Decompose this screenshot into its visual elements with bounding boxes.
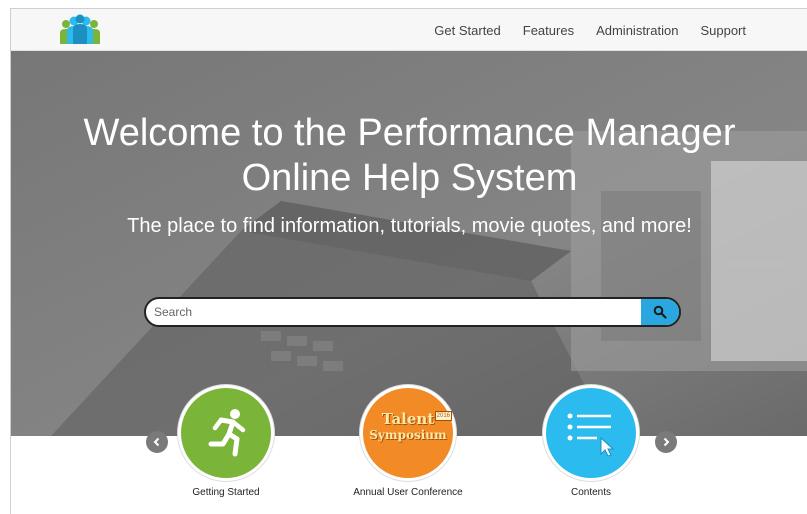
hero-title-line1: Welcome to the Performance Manager <box>83 112 736 154</box>
nav-features[interactable]: Features <box>523 23 574 38</box>
chevron-right-icon <box>663 437 670 447</box>
nav-support[interactable]: Support <box>700 23 746 38</box>
search-button[interactable] <box>641 299 679 325</box>
search-input[interactable] <box>146 299 641 325</box>
list-cursor-icon <box>567 413 615 457</box>
people-group-icon[interactable] <box>57 14 103 46</box>
getting-started-circle[interactable] <box>178 385 274 481</box>
nav-get-started[interactable]: Get Started <box>434 23 500 38</box>
tile-label-annual-user-conference[interactable]: Annual User Conference <box>343 487 473 498</box>
logo-text-symposium: Symposium <box>369 428 447 442</box>
hero-background-image <box>11 51 807 436</box>
tile-contents[interactable]: Contents <box>526 385 656 498</box>
tile-annual-user-conference[interactable]: Talent Symposium 2016 Annual User Confer… <box>343 385 473 498</box>
talent-symposium-logo: Talent Symposium 2016 <box>368 411 452 455</box>
hero-banner: Welcome to the Performance Manager Onlin… <box>11 51 807 436</box>
carousel-next-button[interactable] <box>655 431 677 453</box>
hero-title: Welcome to the Performance Manager Onlin… <box>11 111 807 201</box>
nav-administration[interactable]: Administration <box>596 23 678 38</box>
main-nav: Get Started Features Administration Supp… <box>412 9 746 51</box>
hero-title-line2: Online Help System <box>241 157 578 199</box>
running-person-icon <box>208 409 246 457</box>
logo-badge: 2016 <box>434 411 452 421</box>
browser-frame: Get Started Features Administration Supp… <box>10 8 807 514</box>
tile-getting-started[interactable]: Getting Started <box>161 385 291 498</box>
top-navigation-bar: Get Started Features Administration Supp… <box>11 9 807 51</box>
contents-circle[interactable] <box>543 385 639 481</box>
search-icon <box>653 305 667 319</box>
tile-label-getting-started[interactable]: Getting Started <box>161 487 291 498</box>
tile-label-contents[interactable]: Contents <box>526 487 656 498</box>
annual-user-conference-circle[interactable]: Talent Symposium 2016 <box>360 385 456 481</box>
hero-subtitle: The place to find information, tutorials… <box>127 215 692 237</box>
search-bar <box>144 297 681 327</box>
